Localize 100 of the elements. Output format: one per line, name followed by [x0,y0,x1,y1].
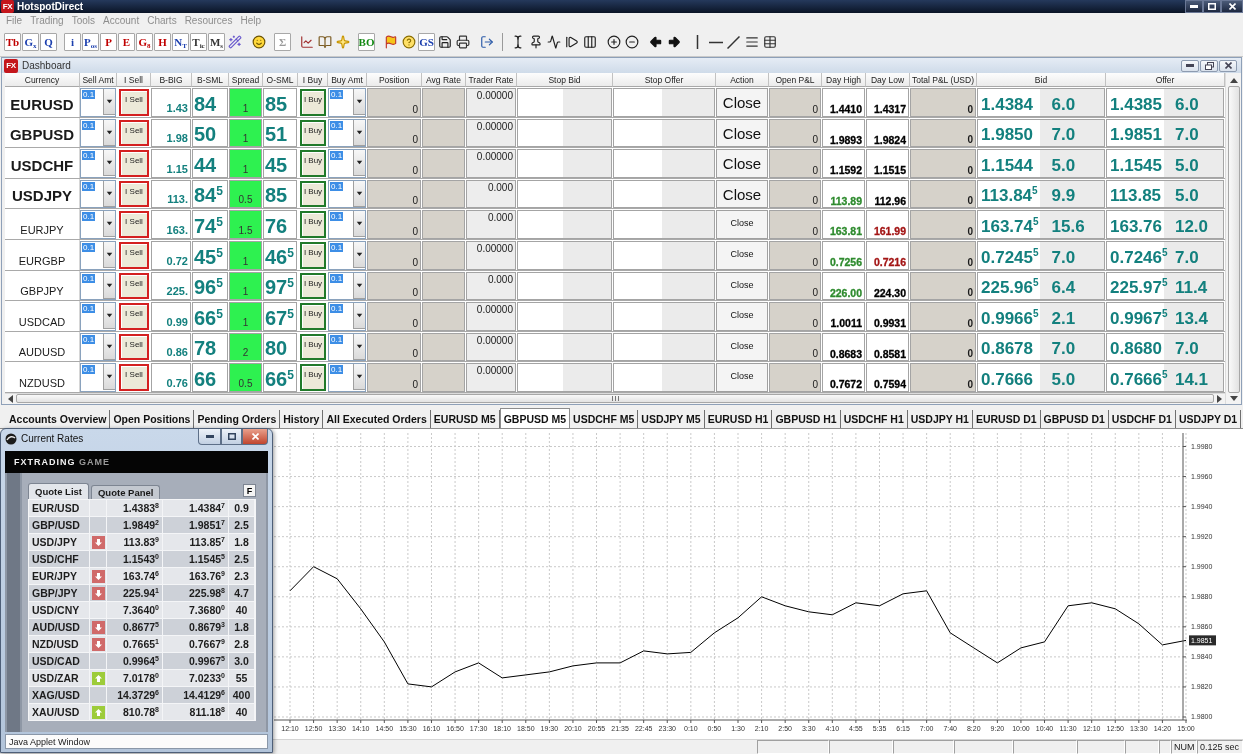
scroll-down-icon[interactable] [1229,396,1238,401]
restore-button[interactable] [1200,59,1218,72]
stop-bid-field[interactable] [517,240,612,270]
chart-tab[interactable]: History [280,410,324,428]
toolbar-button[interactable]: T$_{ic}$ [190,33,207,51]
buy-button[interactable]: I Buy [300,89,326,116]
toolbar-button[interactable]: G$_{x}$ [22,33,39,51]
quote-row[interactable]: GBP/USD 1.9849$^{2}$ 1.9851$^{7}$ 2.5 [29,517,255,533]
sell-button[interactable]: I Sell [119,364,149,391]
close-position-button[interactable]: Close [716,88,768,117]
toolbar-button[interactable] [761,33,778,51]
stop-offer-field[interactable] [613,179,715,209]
toolbar-button[interactable]: M$_{s}$ [208,33,225,51]
stop-offer-field[interactable] [613,363,715,392]
vertical-scrollbar[interactable] [1225,73,1241,404]
toolbar-button[interactable] [250,33,267,51]
close-position-button[interactable]: Close [716,210,768,239]
sell-button[interactable]: I Sell [119,211,149,238]
chart-tab[interactable]: GBPUSD D1 [1040,410,1109,428]
close-position-button[interactable]: Close [716,149,768,178]
buy-button[interactable]: I Buy [300,364,326,391]
chart-tab[interactable]: GBPUSD M5 [499,408,571,428]
stop-bid-field[interactable] [517,332,612,362]
close-position-button[interactable]: Close [716,363,768,392]
sell-button[interactable]: I Sell [119,303,149,330]
quote-tab[interactable]: Quote List [28,483,89,499]
buy-button[interactable]: I Buy [300,119,326,147]
toolbar-button[interactable] [725,33,742,51]
sell-button[interactable]: I Sell [119,272,149,300]
scroll-left-icon[interactable] [8,394,13,403]
toolbar-button[interactable] [605,33,622,51]
buy-button[interactable]: I Buy [300,211,326,238]
stop-bid-field[interactable] [517,271,612,301]
toolbar-button[interactable]: P [100,33,117,51]
stop-offer-field[interactable] [613,210,715,239]
buy-button[interactable]: I Buy [300,241,326,269]
minimize-button[interactable] [1181,59,1199,72]
close-button[interactable] [1219,59,1237,72]
stop-bid-field[interactable] [517,179,612,209]
buy-button[interactable]: I Buy [300,272,326,300]
quote-row[interactable]: XAG/USD 14.3729$^{6}$ 14.4129$^{6}$ 400 [29,687,255,703]
sell-button[interactable]: I Sell [119,180,149,208]
stop-offer-field[interactable] [613,271,715,301]
stop-offer-field[interactable] [613,240,715,270]
buy-button[interactable]: I Buy [300,150,326,177]
stop-offer-field[interactable] [613,118,715,148]
corner-button[interactable]: F [243,484,256,497]
close-button[interactable] [1221,0,1243,13]
toolbar-button[interactable]: P$_{os}$ [82,33,99,51]
quote-row[interactable]: USD/ZAR 7.0178$^{0}$ 7.0233$^{0}$ 55 [29,670,255,686]
scroll-up-icon[interactable] [1229,78,1238,83]
quote-row[interactable]: EUR/USD 1.4383$^{8}$ 1.4384$^{7}$ 0.9 [29,500,255,516]
toolbar-button[interactable]: i [64,33,81,51]
stop-bid-field[interactable] [517,363,612,392]
quote-row[interactable]: EUR/JPY 163.74$^{6}$ 163.76$^{9}$ 2.3 [29,568,255,584]
stop-bid-field[interactable] [517,210,612,239]
quote-row[interactable]: NZD/USD 0.7665$^{1}$ 0.7667$^{9}$ 2.8 [29,636,255,652]
quote-row[interactable]: XAU/USD 810.78$^{8}$ 811.18$^{8}$ 40 [29,704,255,720]
quote-row[interactable]: USD/CHF 1.1543$^{0}$ 1.1545$^{5}$ 2.5 [29,551,255,567]
chart-tab[interactable]: GBPUSD H1 [772,410,841,428]
stop-offer-field[interactable] [613,149,715,178]
toolbar-button[interactable]: G$_{8}$ [136,33,153,51]
chart-tab[interactable]: Accounts Overview [6,410,111,428]
close-position-button[interactable]: Close [716,271,768,301]
close-position-button[interactable]: Close [716,118,768,148]
sell-button[interactable]: I Sell [119,150,149,177]
quote-row[interactable]: GBP/JPY 225.94$^{1}$ 225.98$^{8}$ 4.7 [29,585,255,601]
quote-row[interactable]: USD/CAD 0.9964$^{5}$ 0.9967$^{5}$ 3.0 [29,653,255,669]
scrollbar-thumb[interactable] [1227,86,1240,393]
buy-button[interactable]: I Buy [300,180,326,208]
horizontal-scrollbar[interactable] [5,392,1225,404]
quote-row[interactable]: AUD/USD 0.8677$^{5}$ 0.8679$^{3}$ 1.8 [29,619,255,635]
stop-bid-field[interactable] [517,118,612,148]
maximize-button[interactable] [1203,0,1221,13]
chart-tab[interactable]: USDJPY M5 [638,410,705,428]
scroll-right-icon[interactable] [1217,394,1222,403]
toolbar-button[interactable] [581,33,598,51]
toolbar-button[interactable] [545,33,562,51]
sell-button[interactable]: I Sell [119,119,149,147]
toolbar-button[interactable]: GS [418,33,435,51]
stop-offer-field[interactable] [613,88,715,117]
close-position-button[interactable]: Close [716,240,768,270]
toolbar-button[interactable] [454,33,471,51]
toolbar-button[interactable]: E [118,33,135,51]
stop-bid-field[interactable] [517,302,612,331]
toolbar-button[interactable] [436,33,453,51]
close-position-button[interactable]: Close [716,179,768,209]
toolbar-button[interactable]: N$_{T}$ [172,33,189,51]
maximize-button[interactable] [221,429,242,445]
close-position-button[interactable]: Close [716,332,768,362]
quote-tab[interactable]: Quote Panel [91,485,161,499]
quote-row[interactable]: USD/CNY 7.3640$^{0}$ 7.3680$^{0}$ 40 [29,602,255,618]
sell-button[interactable]: I Sell [119,333,149,361]
minimize-button[interactable] [1185,0,1203,13]
buy-button[interactable]: I Buy [300,303,326,330]
stop-bid-field[interactable] [517,149,612,178]
toolbar-button[interactable]: BO [358,33,375,51]
stop-bid-field[interactable] [517,88,612,117]
minimize-button[interactable] [198,429,221,445]
chart-tab[interactable]: Open Positions [110,410,195,428]
